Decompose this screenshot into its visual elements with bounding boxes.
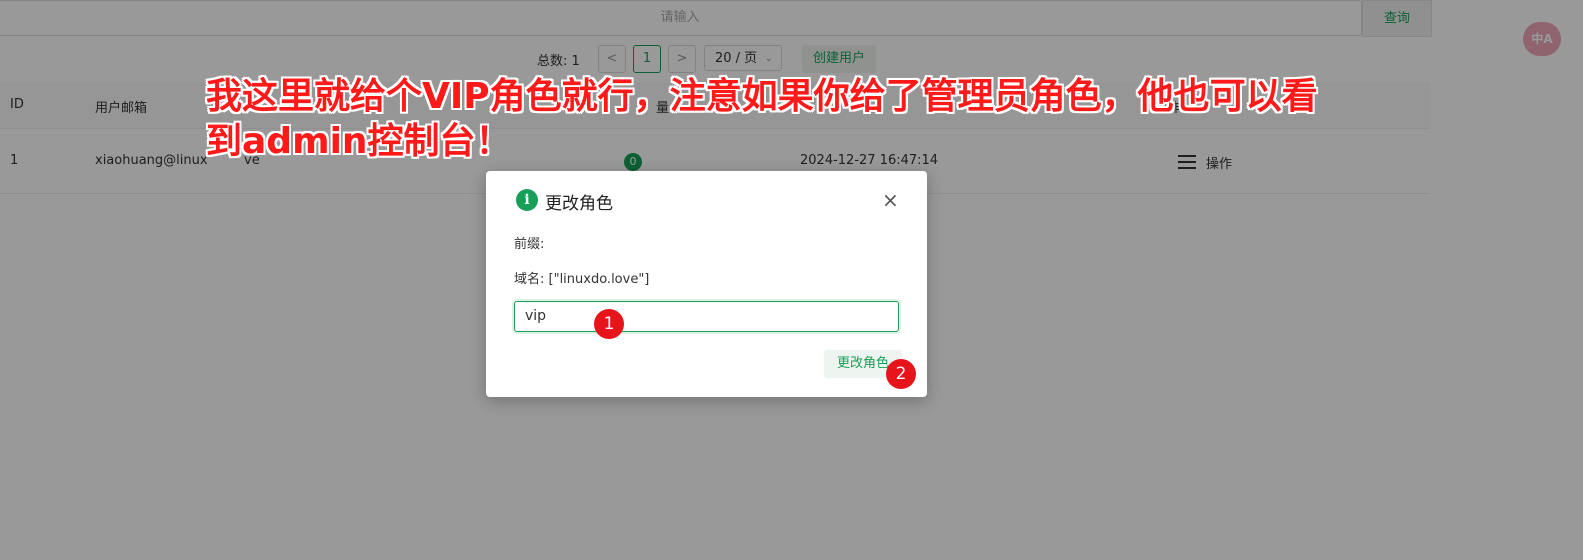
dialog-title: 更改角色 (545, 194, 613, 214)
change-role-dialog: i 更改角色 × 前缀: 域名: ["linuxdo.love"] vip 更改… (486, 171, 927, 397)
step-marker-1: 1 (594, 309, 624, 339)
annotation-text: 我这里就给个VIP角色就行，注意如果你给了管理员角色，他也可以看 到admin控… (206, 74, 1406, 164)
page: 请输入 查询 总数: 1 < 1 > 20 / 页 ⌄ 创建用户 ID 用户邮箱… (0, 0, 1583, 560)
domain-label: 域名: ["linuxdo.love"] (514, 272, 650, 287)
close-icon[interactable]: × (882, 189, 899, 211)
info-icon: i (516, 189, 538, 211)
annotation-line-1: 我这里就给个VIP角色就行，注意如果你给了管理员角色，他也可以看 (206, 76, 1318, 117)
step-marker-2: 2 (886, 359, 916, 389)
role-input[interactable]: vip (514, 301, 899, 332)
annotation-line-2: 到admin控制台！ (206, 121, 512, 162)
prefix-label: 前缀: (514, 237, 545, 252)
